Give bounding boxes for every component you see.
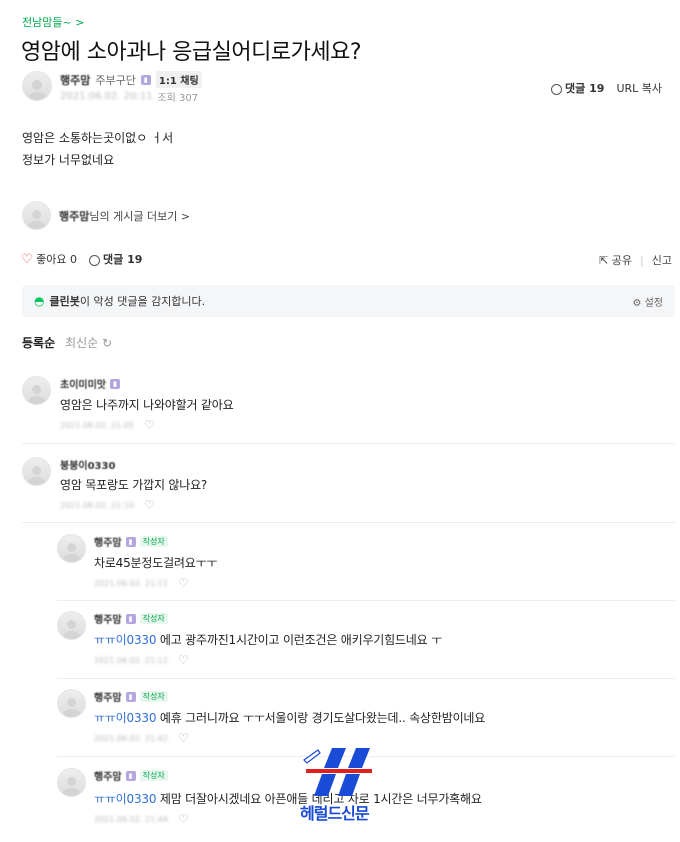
comment-button[interactable]: 댓글 19: [89, 251, 142, 267]
comment-like-icon[interactable]: ♡: [178, 812, 189, 826]
comment-meta: 2021.06.02. 21:05 ♡: [60, 418, 155, 432]
level-badge-icon: ▮: [110, 378, 120, 389]
level-badge-icon: ▮: [125, 691, 136, 702]
comment-meta: 2021.06.02. 21:44 ♡: [94, 812, 189, 826]
heart-icon: ♡: [21, 252, 33, 267]
comment-meta: 2021.06.02. 21:12 ♡: [94, 653, 189, 667]
commenter-avatar[interactable]: [22, 376, 51, 405]
gear-icon: ⚙: [632, 297, 642, 309]
comment-item: 붕붕이0330 영암 목포랑도 가깝지 않나요? 2021.06.02. 21:…: [0, 455, 680, 525]
refresh-icon: ↻: [102, 336, 113, 350]
post-body-line: 영암은 소통하는곳이없ㅇ ㅓ서: [22, 131, 174, 145]
author-avatar-small: [22, 201, 51, 230]
post-body-line: 정보가 너무없네요: [22, 153, 115, 167]
comment-text: ㅠㅠ이0330 에고 광주까진1시간이고 이런조건은 애키우기힘드네요 ㅜ: [94, 633, 442, 647]
post-meta: 2021.06.02. 20:11 조회 307: [60, 89, 198, 104]
share-button[interactable]: ⇱ 공유: [599, 252, 632, 268]
sort-latest[interactable]: 최신순 ↻: [65, 334, 112, 351]
watermark-text: 헤럴드신문: [300, 804, 370, 823]
share-icon: ⇱: [599, 254, 609, 267]
level-badge-icon: ▮: [125, 613, 136, 624]
comment-like-icon[interactable]: ♡: [178, 653, 189, 667]
comment-icon: [89, 254, 101, 266]
post-body: 영암은 소통하는곳이없ㅇ ㅓ서 정보가 너무없네요: [22, 127, 173, 171]
comment-date: 2021.06.02. 21:11: [94, 578, 168, 588]
divider: [22, 443, 675, 444]
level-badge-icon: ▮: [125, 770, 136, 781]
comment-like-icon[interactable]: ♡: [144, 498, 155, 512]
comment-date: 2021.06.02. 21:42: [94, 733, 168, 743]
comment-date: 2021.06.02. 21:10: [60, 500, 134, 510]
more-posts-label: 님의 게시글 더보기 >: [89, 209, 191, 223]
writer-badge: 작성자: [139, 691, 168, 702]
like-button[interactable]: ♡ 좋아요 0: [21, 251, 77, 267]
cleanbot-message: 이 악성 댓글을 감지합니다.: [79, 295, 206, 308]
comment-like-icon[interactable]: ♡: [178, 731, 189, 745]
comment-author[interactable]: 행주맘 ▮ 작성자: [94, 768, 168, 783]
commenter-avatar[interactable]: [57, 611, 86, 640]
view-count: 조회 307: [157, 93, 199, 104]
commenter-avatar[interactable]: [57, 689, 86, 718]
reply-item: 행주맘 ▮ 작성자 차로45분정도걸려요ㅜㅜ 2021.06.02. 21:11 ♡: [0, 532, 680, 598]
share-report-bar: ⇱ 공유 | 신고: [599, 252, 672, 268]
comment-meta: 2021.06.02. 21:10 ♡: [60, 498, 155, 512]
comment-like-icon[interactable]: ♡: [178, 576, 189, 590]
report-button[interactable]: 신고: [652, 252, 672, 268]
divider: |: [640, 253, 644, 267]
comment-author[interactable]: 행주맘 ▮ 작성자: [94, 689, 168, 704]
comment-author[interactable]: 행주맘 ▮ 작성자: [94, 534, 168, 549]
reply-item: 행주맘 ▮ 작성자 ㅠㅠ이0330 에고 광주까진1시간이고 이런조건은 애키우기힘…: [0, 609, 680, 679]
comment-author[interactable]: 붕붕이0330: [60, 457, 115, 472]
comment-text: ㅠㅠ이0330 제맘 더잘아시겠네요 아픈애들 데리고 차로 1시간은 너무가혹…: [94, 792, 482, 806]
url-copy-button[interactable]: URL 복사: [616, 80, 662, 96]
mention-link[interactable]: ㅠㅠ이0330: [94, 711, 156, 725]
author-name[interactable]: 행주맘: [60, 72, 90, 88]
cleanbot-settings-button[interactable]: ⚙ 설정: [632, 294, 663, 309]
comment-date: 2021.06.02. 21:12: [94, 655, 168, 665]
more-posts-author: 행주맘: [59, 209, 90, 223]
cafe-breadcrumb-link[interactable]: 전남맘들~ >: [22, 14, 84, 30]
cleanbot-banner: ◓ 클린봇 이 악성 댓글을 감지합니다. ⚙ 설정: [22, 285, 675, 317]
comment-date: 2021.06.02. 21:44: [94, 814, 168, 824]
commenter-avatar[interactable]: [22, 457, 51, 486]
post-top-actions: 댓글 19 URL 복사: [551, 80, 662, 96]
writer-badge: 작성자: [139, 770, 168, 781]
page-title: 영암에 소아과나 응급실어디로가세요?: [21, 40, 362, 65]
divider: [57, 678, 675, 679]
sort-registered[interactable]: 등록순: [22, 334, 55, 351]
comment-like-icon[interactable]: ♡: [144, 418, 155, 432]
post-date: 2021.06.02. 20:11: [60, 91, 153, 102]
author-avatar[interactable]: [22, 71, 52, 101]
cleanbot-icon: ◓: [34, 294, 45, 308]
commenter-avatar[interactable]: [57, 534, 86, 563]
author-grade: 주부구단: [95, 73, 136, 87]
comment-icon: [551, 83, 563, 95]
writer-badge: 작성자: [139, 613, 168, 624]
reaction-bar: ♡ 좋아요 0 댓글 19: [21, 251, 142, 267]
mention-link[interactable]: ㅠㅠ이0330: [94, 792, 156, 806]
comment-meta: 2021.06.02. 21:42 ♡: [94, 731, 189, 745]
comment-text: 영암은 나주까지 나와야할거 같아요: [60, 398, 234, 412]
chat-button[interactable]: 1:1 채팅: [155, 71, 202, 88]
more-posts-link[interactable]: 행주맘님의 게시글 더보기 >: [22, 201, 190, 230]
comment-sort: 등록순 최신순 ↻: [22, 334, 112, 351]
comment-text: ㅠㅠ이0330 예휴 그러니까요 ㅜㅜ서울이랑 경기도살다왔는데.. 속상한밤이…: [94, 711, 486, 725]
writer-badge: 작성자: [139, 536, 168, 547]
comment-meta: 2021.06.02. 21:11 ♡: [94, 576, 189, 590]
mention-link[interactable]: ㅠㅠ이0330: [94, 633, 156, 647]
comment-text: 차로45분정도걸려요ㅜㅜ: [94, 556, 218, 570]
comment-author[interactable]: 초이미미맛 ▮: [60, 376, 120, 391]
level-badge-icon: ▮: [140, 74, 151, 85]
cleanbot-name: 클린봇: [49, 295, 80, 308]
comment-item: 초이미미맛 ▮ 영암은 나주까지 나와야할거 같아요 2021.06.02. 21…: [0, 374, 680, 444]
comment-date: 2021.06.02. 21:05: [60, 420, 134, 430]
divider: [57, 600, 675, 601]
comment-author[interactable]: 행주맘 ▮ 작성자: [94, 611, 168, 626]
level-badge-icon: ▮: [125, 536, 136, 547]
commenter-avatar[interactable]: [57, 768, 86, 797]
author-info: 행주맘 주부구단 ▮ 1:1 채팅: [60, 71, 202, 88]
comment-count-link[interactable]: 댓글 19: [551, 80, 604, 96]
divider: [22, 522, 675, 523]
comment-text: 영암 목포랑도 가깝지 않나요?: [60, 478, 208, 492]
